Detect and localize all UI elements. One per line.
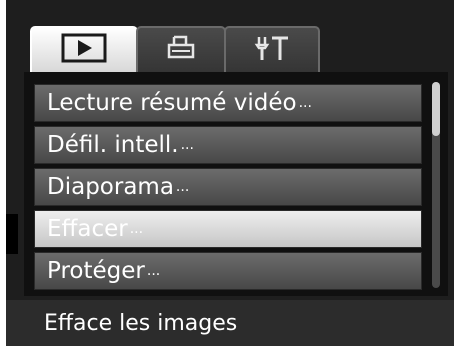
play-icon [61, 33, 107, 68]
tab-playback[interactable] [30, 26, 138, 72]
menu-item-effacer[interactable]: Effacer... [34, 210, 422, 248]
tools-icon [252, 33, 292, 68]
menu-item-lecture-resume-video[interactable]: Lecture résumé vidéo... [34, 84, 422, 122]
menu-item-proteger[interactable]: Protéger... [34, 252, 422, 290]
menu-item-ellipsis: ... [180, 137, 194, 153]
status-description: Efface les images [44, 310, 238, 336]
camera-menu-screen: Lecture résumé vidéo... Défil. intell...… [6, 0, 454, 346]
selection-marker [6, 214, 18, 254]
menu-scrollbar[interactable] [432, 82, 440, 288]
menu-item-label: Lecture résumé vidéo [47, 90, 297, 116]
menu-item-ellipsis: ... [298, 95, 312, 111]
tab-print[interactable] [136, 26, 226, 72]
menu-item-label: Défil. intell. [47, 132, 179, 158]
print-icon [166, 33, 196, 68]
scrollbar-thumb[interactable] [432, 82, 440, 136]
menu-item-label: Effacer [47, 216, 128, 242]
menu-item-label: Protéger [47, 258, 145, 284]
menu-item-ellipsis: ... [175, 179, 190, 195]
tab-settings[interactable] [224, 26, 320, 72]
status-bar: Efface les images [6, 300, 454, 346]
menu-item-defil-intell[interactable]: Défil. intell.... [34, 126, 422, 164]
menu-item-label: Diaporama [47, 174, 174, 200]
menu-item-ellipsis: ... [146, 263, 161, 279]
menu-item-ellipsis: ... [129, 221, 144, 237]
menu-panel: Lecture résumé vidéo... Défil. intell...… [24, 72, 448, 296]
menu-item-diaporama[interactable]: Diaporama... [34, 168, 422, 206]
